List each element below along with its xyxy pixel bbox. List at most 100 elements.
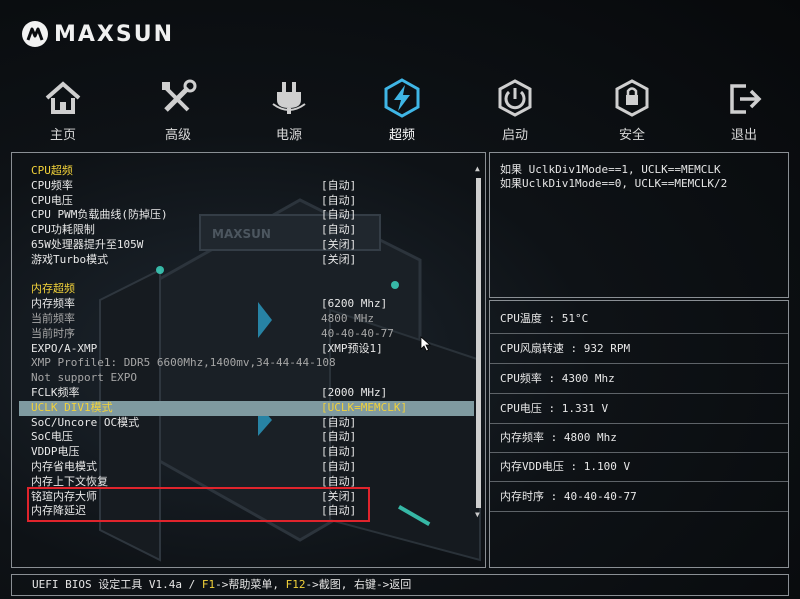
info-text: 内存VDD电压 : 1.100 V (500, 460, 631, 473)
hotkey-f12-desc: ->截图, 右键->返回 (305, 578, 412, 591)
setting-row-soc-uncore-oc[interactable]: SoC/Uncore OC模式 [自动] (19, 416, 474, 431)
setting-value: [自动] (321, 445, 357, 459)
setting-row-vddp-voltage[interactable]: VDDP电压 [自动] (19, 445, 474, 460)
scroll-up-arrow-icon[interactable]: ▲ (475, 164, 480, 173)
info-cpu-temperature: CPU温度 : 51°C (490, 304, 788, 334)
info-text: CPU电压 : 1.331 V (500, 402, 609, 415)
info-row-xmp-profile: XMP Profile1: DDR5 6600Mhz,1400mv,34-44-… (19, 356, 474, 371)
tools-icon (162, 79, 197, 112)
mouse-cursor-icon (420, 336, 432, 352)
shield-icon (615, 79, 649, 117)
power-plug-icon (272, 82, 306, 114)
info-text: CPU风扇转速 : 932 RPM (500, 342, 631, 355)
setting-label: CPU功耗限制 (31, 223, 95, 237)
scroll-down-arrow-icon[interactable]: ▼ (475, 510, 480, 519)
setting-row-cpu-power-limit[interactable]: CPU功耗限制 [自动] (19, 223, 474, 238)
setting-value: [关闭] (321, 237, 357, 251)
setting-label: 当前时序 (31, 326, 75, 340)
setting-row-soc-voltage[interactable]: SoC电压 [自动] (19, 430, 474, 445)
setting-value: [自动] (321, 459, 357, 473)
setting-label: XMP Profile1: DDR5 6600Mhz,1400mv,34-44-… (31, 356, 336, 370)
setting-label: 游戏Turbo模式 (31, 252, 109, 266)
setting-value: [XMP预设1] (321, 341, 383, 355)
home-icon (45, 81, 81, 114)
settings-list: CPU超频 CPU频率 [自动] CPU电压 [自动] CPU PWM负载曲线(防掉… (19, 164, 474, 519)
setting-value: [UCLK=MEMCLK] (321, 400, 408, 414)
info-memory-timings: 内存时序 : 40-40-40-77 (490, 482, 788, 512)
setting-label: UCLK DIV1模式 (31, 400, 113, 414)
hotkey-f12: F12 (285, 578, 306, 591)
section-header-cpu-oc: CPU超频 (19, 164, 474, 179)
setting-label: FCLK频率 (31, 385, 80, 399)
nav-tab-label: 启动 (501, 128, 528, 143)
setting-label: CPU频率 (31, 178, 73, 192)
lightning-icon (384, 78, 420, 118)
info-row-expo-support: Not support EXPO (19, 371, 474, 386)
setting-row-uclk-div1-mode[interactable]: UCLK DIV1模式 [UCLK=MEMCLK] (19, 400, 474, 416)
maxsun-mark-icon (22, 21, 48, 47)
nav-tab-overclock[interactable]: 超频 (362, 78, 442, 144)
setting-value: 4800 MHz (321, 311, 374, 325)
brand-name: MAXSUN (54, 21, 175, 47)
setting-value: [6200 Mhz] (321, 297, 388, 311)
nav-tab-label: 主页 (49, 128, 76, 143)
setting-label: 内存频率 (31, 297, 75, 311)
annotation-highlight-box (27, 487, 370, 522)
setting-row-cpu-voltage[interactable]: CPU电压 [自动] (19, 194, 474, 209)
info-memory-frequency: 内存频率 : 4800 Mhz (490, 423, 788, 453)
setting-value: [自动] (321, 208, 357, 222)
info-text: CPU频率 : 4300 Mhz (500, 372, 615, 385)
info-row-current-timings: 当前时序 40-40-40-77 (19, 327, 474, 342)
scrollbar-thumb[interactable] (476, 178, 481, 508)
setting-label: Not support EXPO (31, 371, 137, 385)
help-text: 如果 UclkDiv1Mode==1, UCLK==MEMCLK 如果UclkD… (500, 163, 727, 191)
setting-row-memory-power-saving[interactable]: 内存省电模式 [自动] (19, 460, 474, 475)
section-header-memory-oc: 内存超频 (19, 282, 474, 297)
setting-label: 65W处理器提升至105W (31, 237, 144, 251)
setting-row-memory-frequency[interactable]: 内存频率 [6200 Mhz] (19, 297, 474, 312)
setting-label: SoC电压 (31, 430, 73, 444)
setting-label: CPU PWM负载曲线(防掉压) (31, 208, 168, 222)
nav-tab-boot[interactable]: 启动 (475, 78, 555, 144)
setting-row-fclk-frequency[interactable]: FCLK频率 [2000 MHz] (19, 386, 474, 401)
settings-scrollbar[interactable]: ▲ ▼ (475, 164, 483, 520)
setting-value: [自动] (321, 415, 357, 429)
nav-tab-exit[interactable]: 退出 (704, 78, 784, 144)
nav-tab-label: 退出 (730, 128, 757, 143)
setting-label: EXPO/A-XMP (31, 341, 98, 355)
maxsun-logo: MAXSUN (22, 20, 174, 48)
info-cpu-voltage: CPU电压 : 1.331 V (490, 394, 788, 424)
setting-value: [自动] (321, 223, 357, 237)
nav-tab-label: 高级 (164, 128, 191, 143)
setting-value: [关闭] (321, 252, 357, 266)
info-cpu-frequency: CPU频率 : 4300 Mhz (490, 364, 788, 394)
info-row-current-frequency: 当前频率 4800 MHz (19, 312, 474, 327)
setting-row-65w-to-105w[interactable]: 65W处理器提升至105W [关闭] (19, 238, 474, 253)
nav-tab-label: 电源 (275, 128, 302, 143)
exit-icon (730, 84, 762, 114)
help-line: 如果 UclkDiv1Mode==1, UCLK==MEMCLK (500, 163, 721, 176)
help-line: 如果UclkDiv1Mode==0, UCLK==MEMCLK/2 (500, 177, 728, 190)
info-cpu-fan-speed: CPU风扇转速 : 932 RPM (490, 334, 788, 364)
info-text: 内存频率 : 4800 Mhz (500, 431, 617, 444)
nav-tab-label: 超频 (388, 128, 415, 143)
setting-label: VDDP电压 (31, 445, 80, 459)
setting-value: [2000 MHz] (321, 385, 388, 399)
setting-row-expo-axmp[interactable]: EXPO/A-XMP [XMP预设1] (19, 342, 474, 357)
setting-label: 内存省电模式 (31, 459, 97, 473)
setting-row-cpu-frequency[interactable]: CPU频率 [自动] (19, 179, 474, 194)
setting-row-game-turbo[interactable]: 游戏Turbo模式 [关闭] (19, 253, 474, 268)
status-prefix: UEFI BIOS 设定工具 V1.4a / (32, 578, 202, 591)
nav-tab-power[interactable]: 电源 (249, 78, 329, 144)
setting-row-cpu-pwm-loadline[interactable]: CPU PWM负载曲线(防掉压) [自动] (19, 208, 474, 223)
setting-label: SoC/Uncore OC模式 (31, 415, 140, 429)
setting-value: 40-40-40-77 (321, 326, 394, 340)
power-icon (498, 79, 532, 117)
nav-tab-home[interactable]: 主页 (23, 78, 103, 144)
nav-tab-label: 安全 (618, 128, 645, 143)
nav-tab-security[interactable]: 安全 (592, 78, 672, 144)
setting-label: CPU电压 (31, 193, 73, 207)
nav-tab-advanced[interactable]: 高级 (138, 78, 218, 144)
status-bar: UEFI BIOS 设定工具 V1.4a / F1->帮助菜单, F12->截图… (11, 574, 789, 596)
